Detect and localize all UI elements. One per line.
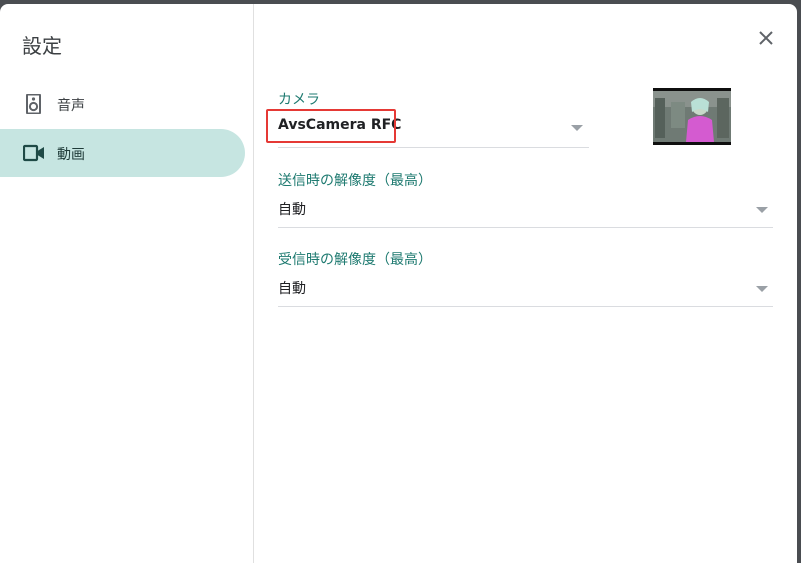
settings-dialog: 設定 音声 動画 カメラ AvsCamera RFC 送信時の解像度（最高） 自…: [0, 4, 797, 563]
camera-preview: [653, 88, 731, 145]
sidebar-item-audio[interactable]: 音声: [0, 80, 245, 128]
sidebar-item-label: 動画: [57, 147, 85, 163]
send-resolution-select[interactable]: 自動: [278, 199, 773, 228]
camera-select-value: AvsCamera RFC: [278, 117, 402, 133]
sidebar-item-video[interactable]: 動画: [0, 129, 245, 177]
camera-select[interactable]: AvsCamera RFC: [278, 117, 589, 148]
receive-resolution-label: 受信時の解像度（最高）: [278, 252, 432, 268]
dropdown-arrow-icon: [571, 125, 583, 131]
send-resolution-value: 自動: [278, 202, 306, 218]
speaker-icon: [26, 94, 41, 114]
send-resolution-label: 送信時の解像度（最高）: [278, 173, 432, 189]
dropdown-arrow-icon: [756, 207, 768, 213]
dialog-title: 設定: [22, 34, 62, 58]
settings-sidebar: 設定 音声 動画: [0, 4, 254, 563]
sidebar-item-label: 音声: [57, 98, 85, 114]
close-icon[interactable]: [752, 24, 780, 52]
receive-resolution-value: 自動: [278, 281, 306, 297]
videocam-icon: [23, 144, 44, 162]
camera-label: カメラ: [278, 92, 320, 108]
receive-resolution-select[interactable]: 自動: [278, 278, 773, 307]
dropdown-arrow-icon: [756, 286, 768, 292]
